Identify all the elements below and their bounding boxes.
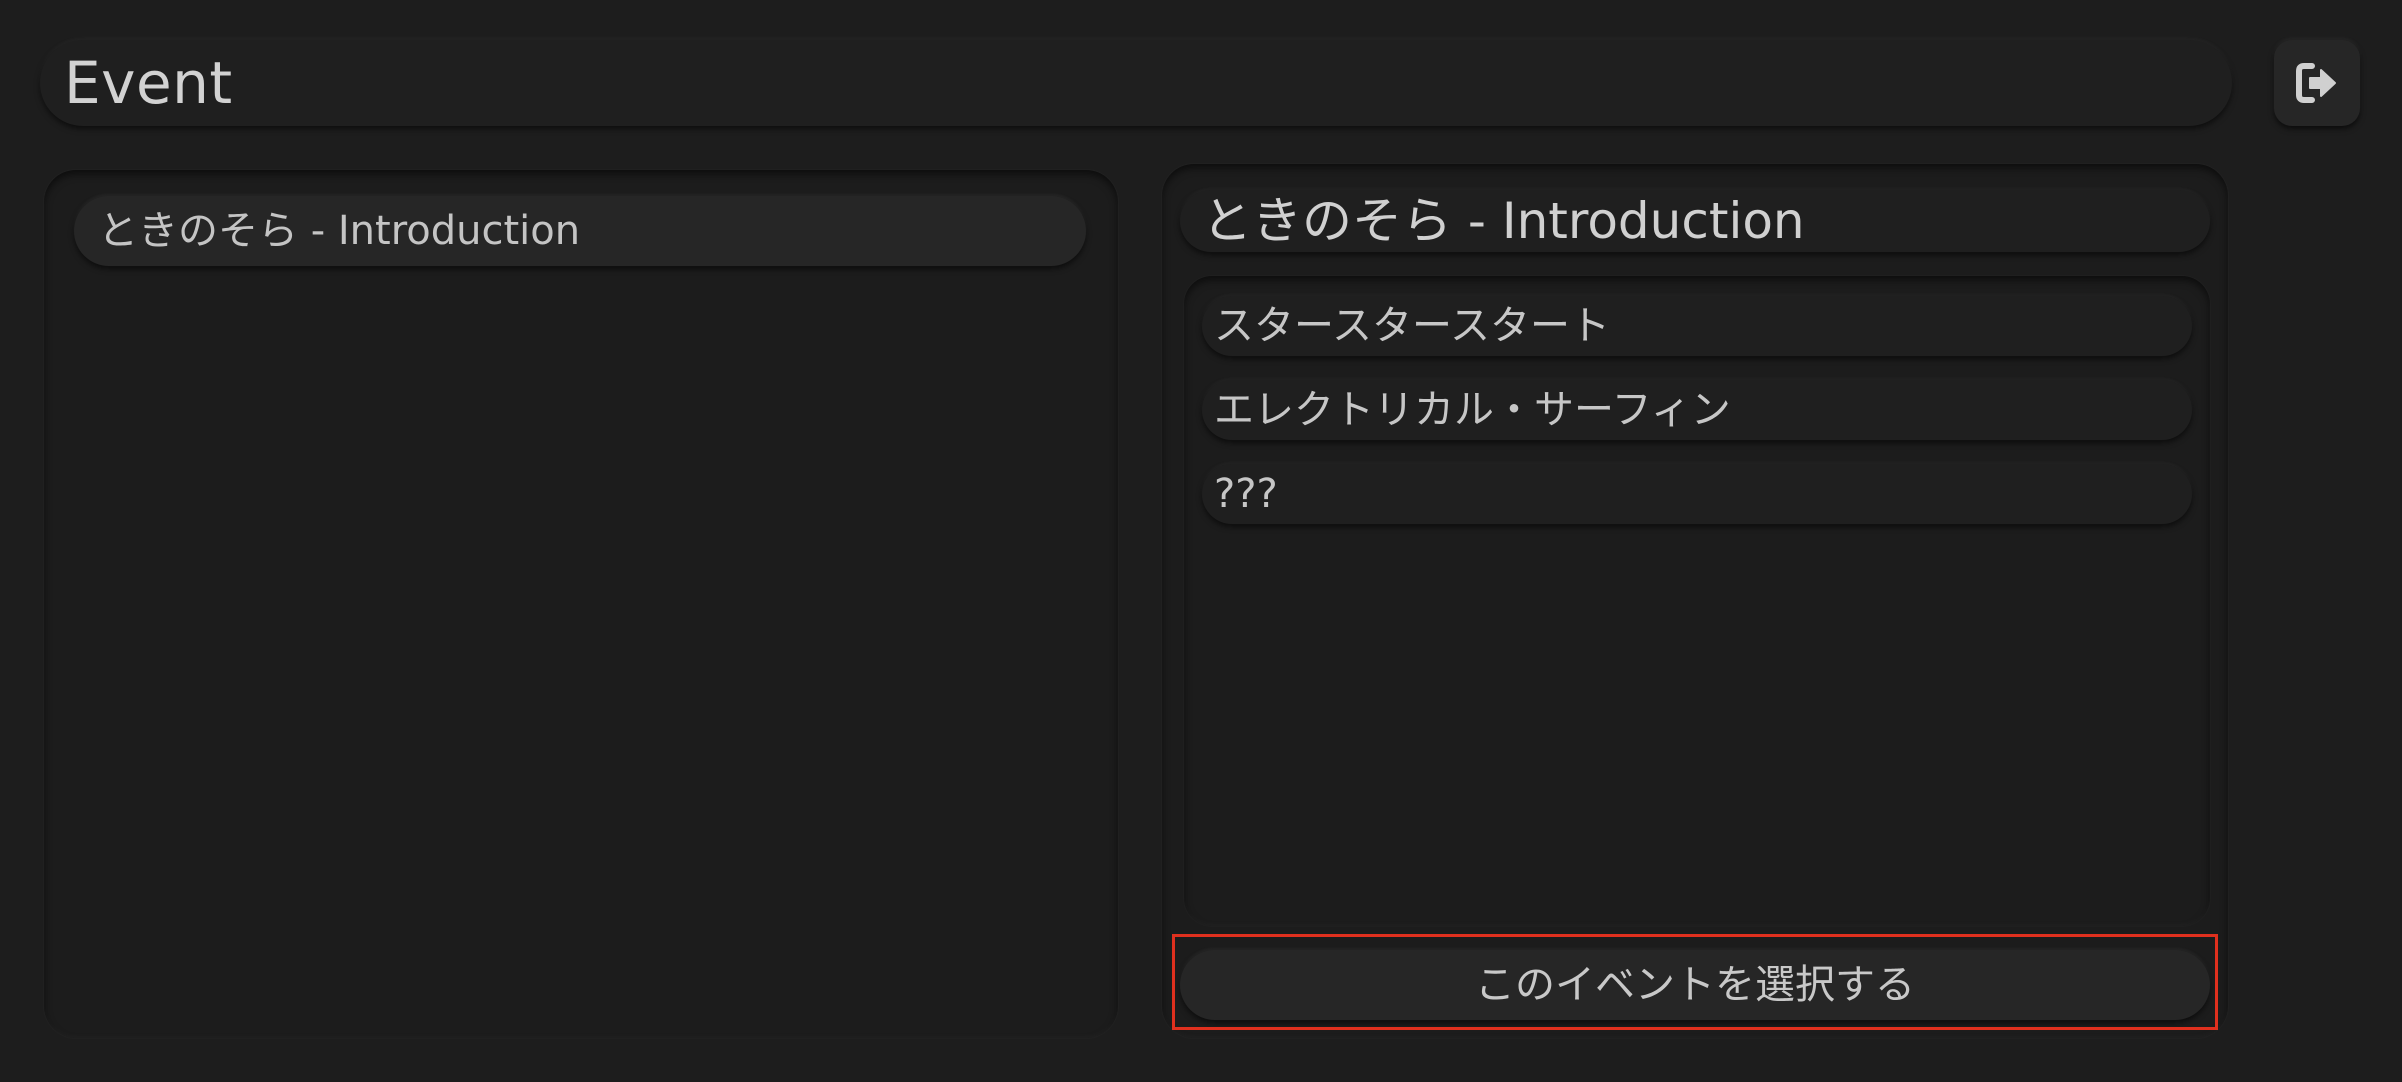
event-list-item[interactable]: ときのそら - Introduction: [74, 196, 1086, 266]
event-detail-title: ときのそら - Introduction: [1180, 190, 2210, 252]
event-list-panel: ときのそら - Introduction: [44, 170, 1118, 1038]
track-item: エレクトリカル・サーフィン: [1202, 380, 2192, 440]
event-detail-panel: ときのそら - Introduction スタースタースタート エレクトリカル・…: [1162, 164, 2228, 1038]
track-list: スタースタースタート エレクトリカル・サーフィン ???: [1184, 276, 2210, 926]
page-header: Event: [40, 40, 2232, 126]
track-item: スタースタースタート: [1202, 296, 2192, 356]
track-item: ???: [1202, 464, 2192, 524]
exit-button[interactable]: [2274, 40, 2360, 126]
sign-out-icon: [2296, 63, 2336, 103]
select-event-button[interactable]: このイベントを選択する: [1180, 950, 2210, 1020]
page-title: Event: [64, 49, 233, 117]
